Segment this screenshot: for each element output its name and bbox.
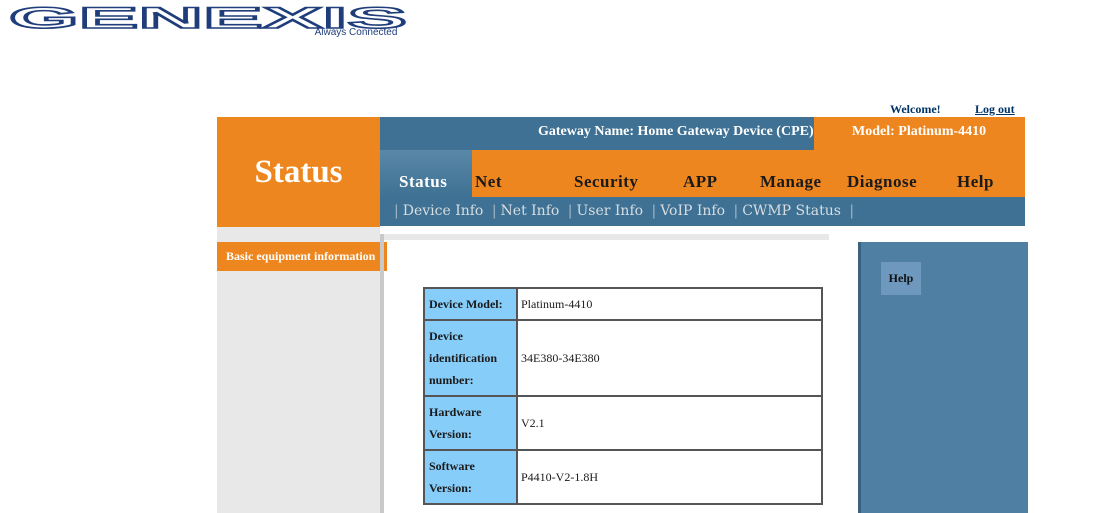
device-id-label: Device identification number:: [423, 319, 518, 397]
nav-tab-label: Diagnose: [847, 172, 918, 191]
device-info-table: Device Model: Platinum-4410 Device ident…: [423, 287, 823, 505]
sub-nav: | Device Info | Net Info | User Info | VoIP …: [380, 197, 1025, 226]
main-nav: Status Net Security APP Manage Diagnose …: [380, 150, 1025, 197]
device-model-label: Device Model:: [423, 287, 518, 321]
subnav-separator: |: [733, 203, 739, 219]
subnav-separator: |: [849, 203, 855, 219]
sidebar-item-basic-equipment-info[interactable]: Basic equipment information: [217, 242, 387, 271]
nav-tab-label: Status: [399, 172, 448, 191]
software-version-value: P4410-V2-1.8H: [516, 449, 823, 505]
model-label: Model: Platinum-4410: [852, 124, 987, 139]
sidebar-item-label: Basic equipment information: [226, 249, 376, 263]
subnav-cwmp-status[interactable]: CWMP Status: [742, 203, 841, 219]
nav-tab-label: Security: [574, 172, 639, 191]
hardware-version-value: V2.1: [516, 395, 823, 451]
software-version-label: Software Version:: [423, 449, 518, 505]
subnav-separator: |: [567, 203, 573, 219]
table-row: Software Version: P4410-V2-1.8H: [423, 449, 823, 505]
device-model-value: Platinum-4410: [516, 287, 823, 321]
subnav-separator: |: [651, 203, 657, 219]
nav-tab-label: Manage: [760, 172, 822, 191]
logo-tagline: Always Connected: [315, 27, 398, 38]
welcome-text: Welcome!: [890, 102, 941, 116]
table-row: Device identification number: 34E380-34E…: [423, 319, 823, 397]
help-button[interactable]: Help: [881, 262, 921, 295]
model-box: Model: Platinum-4410: [814, 117, 1025, 150]
subnav-separator: |: [394, 203, 399, 219]
gateway-name: Gateway Name: Home Gateway Device (CPE): [538, 124, 814, 139]
content-top-divider: [384, 234, 829, 240]
nav-tab-label: APP: [683, 172, 718, 191]
subnav-device-info[interactable]: Device Info: [403, 203, 484, 219]
device-id-value: 34E380-34E380: [516, 319, 823, 397]
table-row: Device Model: Platinum-4410: [423, 287, 823, 321]
content-divider: [380, 234, 384, 513]
logout-link[interactable]: Log out: [975, 102, 1015, 117]
gateway-info-bar: Gateway Name: Home Gateway Device (CPE) …: [380, 117, 1025, 150]
section-title: Status: [217, 117, 380, 227]
genexis-logo: GENEXIS Always Connected: [8, 4, 410, 38]
nav-tab-label: Net: [475, 172, 502, 191]
subnav-user-info[interactable]: User Info: [576, 203, 643, 219]
subnav-separator: |: [491, 203, 497, 219]
help-panel: Help: [858, 242, 1028, 513]
subnav-voip-info[interactable]: VoIP Info: [660, 203, 725, 219]
hardware-version-label: Hardware Version:: [423, 395, 518, 451]
table-row: Hardware Version: V2.1: [423, 395, 823, 451]
nav-tab-status[interactable]: Status: [380, 150, 472, 197]
nav-tab-label: Help: [957, 172, 994, 191]
subnav-net-info[interactable]: Net Info: [501, 203, 560, 219]
